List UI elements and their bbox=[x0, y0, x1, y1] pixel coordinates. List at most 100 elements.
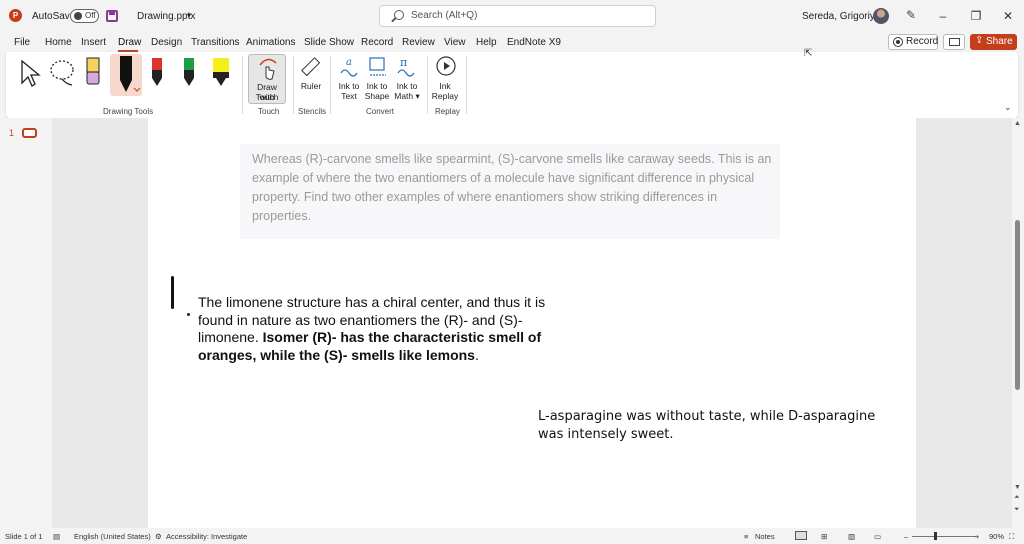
scroll-up-icon[interactable]: ▲ bbox=[1014, 120, 1021, 127]
share-label: Share bbox=[986, 36, 1013, 47]
collapse-ribbon-icon[interactable]: ⌄ bbox=[1004, 102, 1012, 113]
pen-green-icon[interactable] bbox=[181, 56, 197, 90]
previous-slide-icon[interactable]: ⏶ bbox=[1014, 494, 1020, 502]
slide-number: 1 bbox=[9, 128, 15, 138]
tab-design[interactable]: Design bbox=[151, 37, 182, 48]
tab-endnote[interactable]: EndNote X9 bbox=[507, 37, 561, 48]
avatar[interactable] bbox=[873, 8, 889, 24]
zoom-slider-thumb[interactable] bbox=[934, 532, 937, 540]
eraser-icon[interactable] bbox=[84, 56, 102, 90]
minimize-button[interactable]: – bbox=[935, 8, 951, 24]
user-name[interactable]: Sereda, Grigoriy A bbox=[802, 11, 884, 22]
title-bar: P AutoSave Off Drawing.pptx ▾ Search (Al… bbox=[0, 0, 1024, 33]
bullet-point bbox=[187, 313, 190, 316]
ink-to-math-label[interactable]: Math ▾ bbox=[392, 91, 422, 101]
ink-to-shape-icon[interactable] bbox=[367, 55, 389, 79]
search-input[interactable]: Search (Alt+Q) bbox=[379, 5, 656, 27]
quote-text[interactable]: Whereas (R)-carvone smells like spearmin… bbox=[252, 150, 772, 226]
draw-with-touch-label: Touch bbox=[255, 92, 279, 102]
slide-show-icon[interactable]: ▭ bbox=[874, 532, 881, 541]
slide-thumbnail-pane bbox=[0, 118, 52, 528]
status-bar: Slide 1 of 1 ▤ English (United States) ⚙… bbox=[0, 528, 1024, 544]
ink-to-shape-label[interactable]: Shape bbox=[363, 91, 391, 101]
spellcheck-icon[interactable]: ▤ bbox=[53, 532, 60, 541]
group-label-touch: Touch bbox=[258, 107, 280, 116]
next-slide-icon[interactable]: ⏷ bbox=[1014, 506, 1020, 514]
limonene-text-end: . bbox=[474, 346, 479, 363]
share-icon: ⇪ bbox=[975, 35, 984, 46]
language-status[interactable]: English (United States) bbox=[74, 532, 151, 541]
ink-stroke[interactable] bbox=[171, 276, 174, 309]
close-button[interactable]: ✕ bbox=[1000, 8, 1016, 24]
scroll-thumb[interactable] bbox=[1015, 220, 1020, 390]
record-button[interactable]: Record bbox=[888, 34, 938, 50]
tab-transitions[interactable]: Transitions bbox=[191, 37, 240, 48]
chevron-down-icon[interactable]: ▾ bbox=[187, 11, 191, 20]
ink-to-text-icon[interactable]: a bbox=[339, 55, 361, 79]
autosave-label: AutoSave bbox=[32, 11, 76, 22]
zoom-out-icon[interactable]: – bbox=[904, 532, 908, 541]
scroll-down-icon[interactable]: ▼ bbox=[1014, 484, 1021, 491]
autosave-toggle[interactable]: Off bbox=[70, 9, 99, 23]
tab-view[interactable]: View bbox=[444, 37, 466, 48]
ink-to-text-label[interactable]: Ink to bbox=[335, 81, 363, 91]
search-placeholder: Search (Alt+Q) bbox=[411, 10, 478, 21]
ink-to-math-icon[interactable]: π bbox=[396, 55, 418, 79]
pen-red-icon[interactable] bbox=[149, 56, 165, 90]
restore-button[interactable]: ❐ bbox=[968, 8, 984, 24]
tab-home[interactable]: Home bbox=[45, 37, 72, 48]
group-divider bbox=[242, 56, 243, 114]
select-arrow-icon[interactable] bbox=[18, 58, 42, 88]
tab-help[interactable]: Help bbox=[476, 37, 497, 48]
toggle-knob bbox=[74, 12, 82, 20]
accessibility-status[interactable]: Accessibility: Investigate bbox=[166, 532, 247, 541]
pen-icon[interactable]: ✎ bbox=[906, 9, 919, 22]
asparagine-text[interactable]: L-asparagine was without taste, while D-… bbox=[538, 408, 878, 444]
zoom-level[interactable]: 90% bbox=[989, 532, 1004, 541]
comments-button[interactable] bbox=[943, 34, 965, 50]
notes-button[interactable]: Notes bbox=[755, 532, 775, 541]
menu-tabs: File Home Insert Draw Design Transitions… bbox=[0, 33, 1024, 53]
share-button[interactable]: ⇪ Share bbox=[970, 34, 1017, 50]
slide-sorter-icon[interactable]: ⊞ bbox=[821, 532, 827, 541]
ink-replay-label[interactable]: Ink bbox=[430, 81, 460, 91]
ruler-label[interactable]: Ruler bbox=[297, 81, 325, 91]
draw-with-touch-button[interactable]: Draw with Touch bbox=[248, 54, 286, 104]
fit-to-window-icon[interactable]: ⛶ bbox=[1009, 532, 1014, 542]
ink-replay-label[interactable]: Replay bbox=[430, 91, 460, 101]
save-icon[interactable] bbox=[106, 10, 118, 22]
group-label-convert: Convert bbox=[366, 107, 395, 116]
zoom-slider[interactable] bbox=[912, 536, 976, 537]
limonene-text[interactable]: The limonene structure has a chiral cent… bbox=[198, 294, 568, 364]
ink-to-text-label[interactable]: Text bbox=[335, 91, 363, 101]
group-divider bbox=[466, 56, 467, 114]
ruler-icon[interactable] bbox=[300, 56, 322, 78]
group-label-stencils: Stencils bbox=[298, 107, 327, 116]
slide-thumbnail[interactable] bbox=[22, 128, 37, 138]
highlighter-icon[interactable] bbox=[210, 56, 232, 90]
lasso-select-icon[interactable] bbox=[48, 58, 78, 88]
ink-to-math-label[interactable]: Ink to bbox=[392, 81, 422, 91]
tab-insert[interactable]: Insert bbox=[81, 37, 106, 48]
tab-record[interactable]: Record bbox=[361, 37, 393, 48]
tab-draw[interactable]: Draw bbox=[118, 37, 141, 48]
record-label: Record bbox=[906, 36, 939, 47]
group-label-replay: Replay bbox=[435, 107, 460, 116]
tab-file[interactable]: File bbox=[14, 37, 30, 48]
group-label-drawing-tools: Drawing Tools bbox=[103, 107, 154, 116]
normal-view-icon[interactable] bbox=[795, 531, 807, 540]
tab-review[interactable]: Review bbox=[402, 37, 435, 48]
pen-black-selected[interactable] bbox=[110, 54, 142, 96]
powerpoint-icon: P bbox=[9, 9, 22, 22]
tab-slide-show[interactable]: Slide Show bbox=[304, 37, 354, 48]
zoom-in-icon[interactable]: + bbox=[975, 532, 979, 541]
ink-replay-icon[interactable] bbox=[435, 55, 457, 77]
reading-view-icon[interactable]: ▥ bbox=[848, 532, 855, 541]
ink-to-shape-label[interactable]: Ink to bbox=[363, 81, 391, 91]
slide-info: Slide 1 of 1 bbox=[5, 532, 43, 541]
svg-text:a: a bbox=[346, 57, 352, 68]
group-divider bbox=[293, 56, 294, 114]
mouse-cursor-icon: ⇱ bbox=[804, 48, 813, 59]
search-icon bbox=[394, 10, 404, 20]
tab-animations[interactable]: Animations bbox=[246, 37, 295, 48]
